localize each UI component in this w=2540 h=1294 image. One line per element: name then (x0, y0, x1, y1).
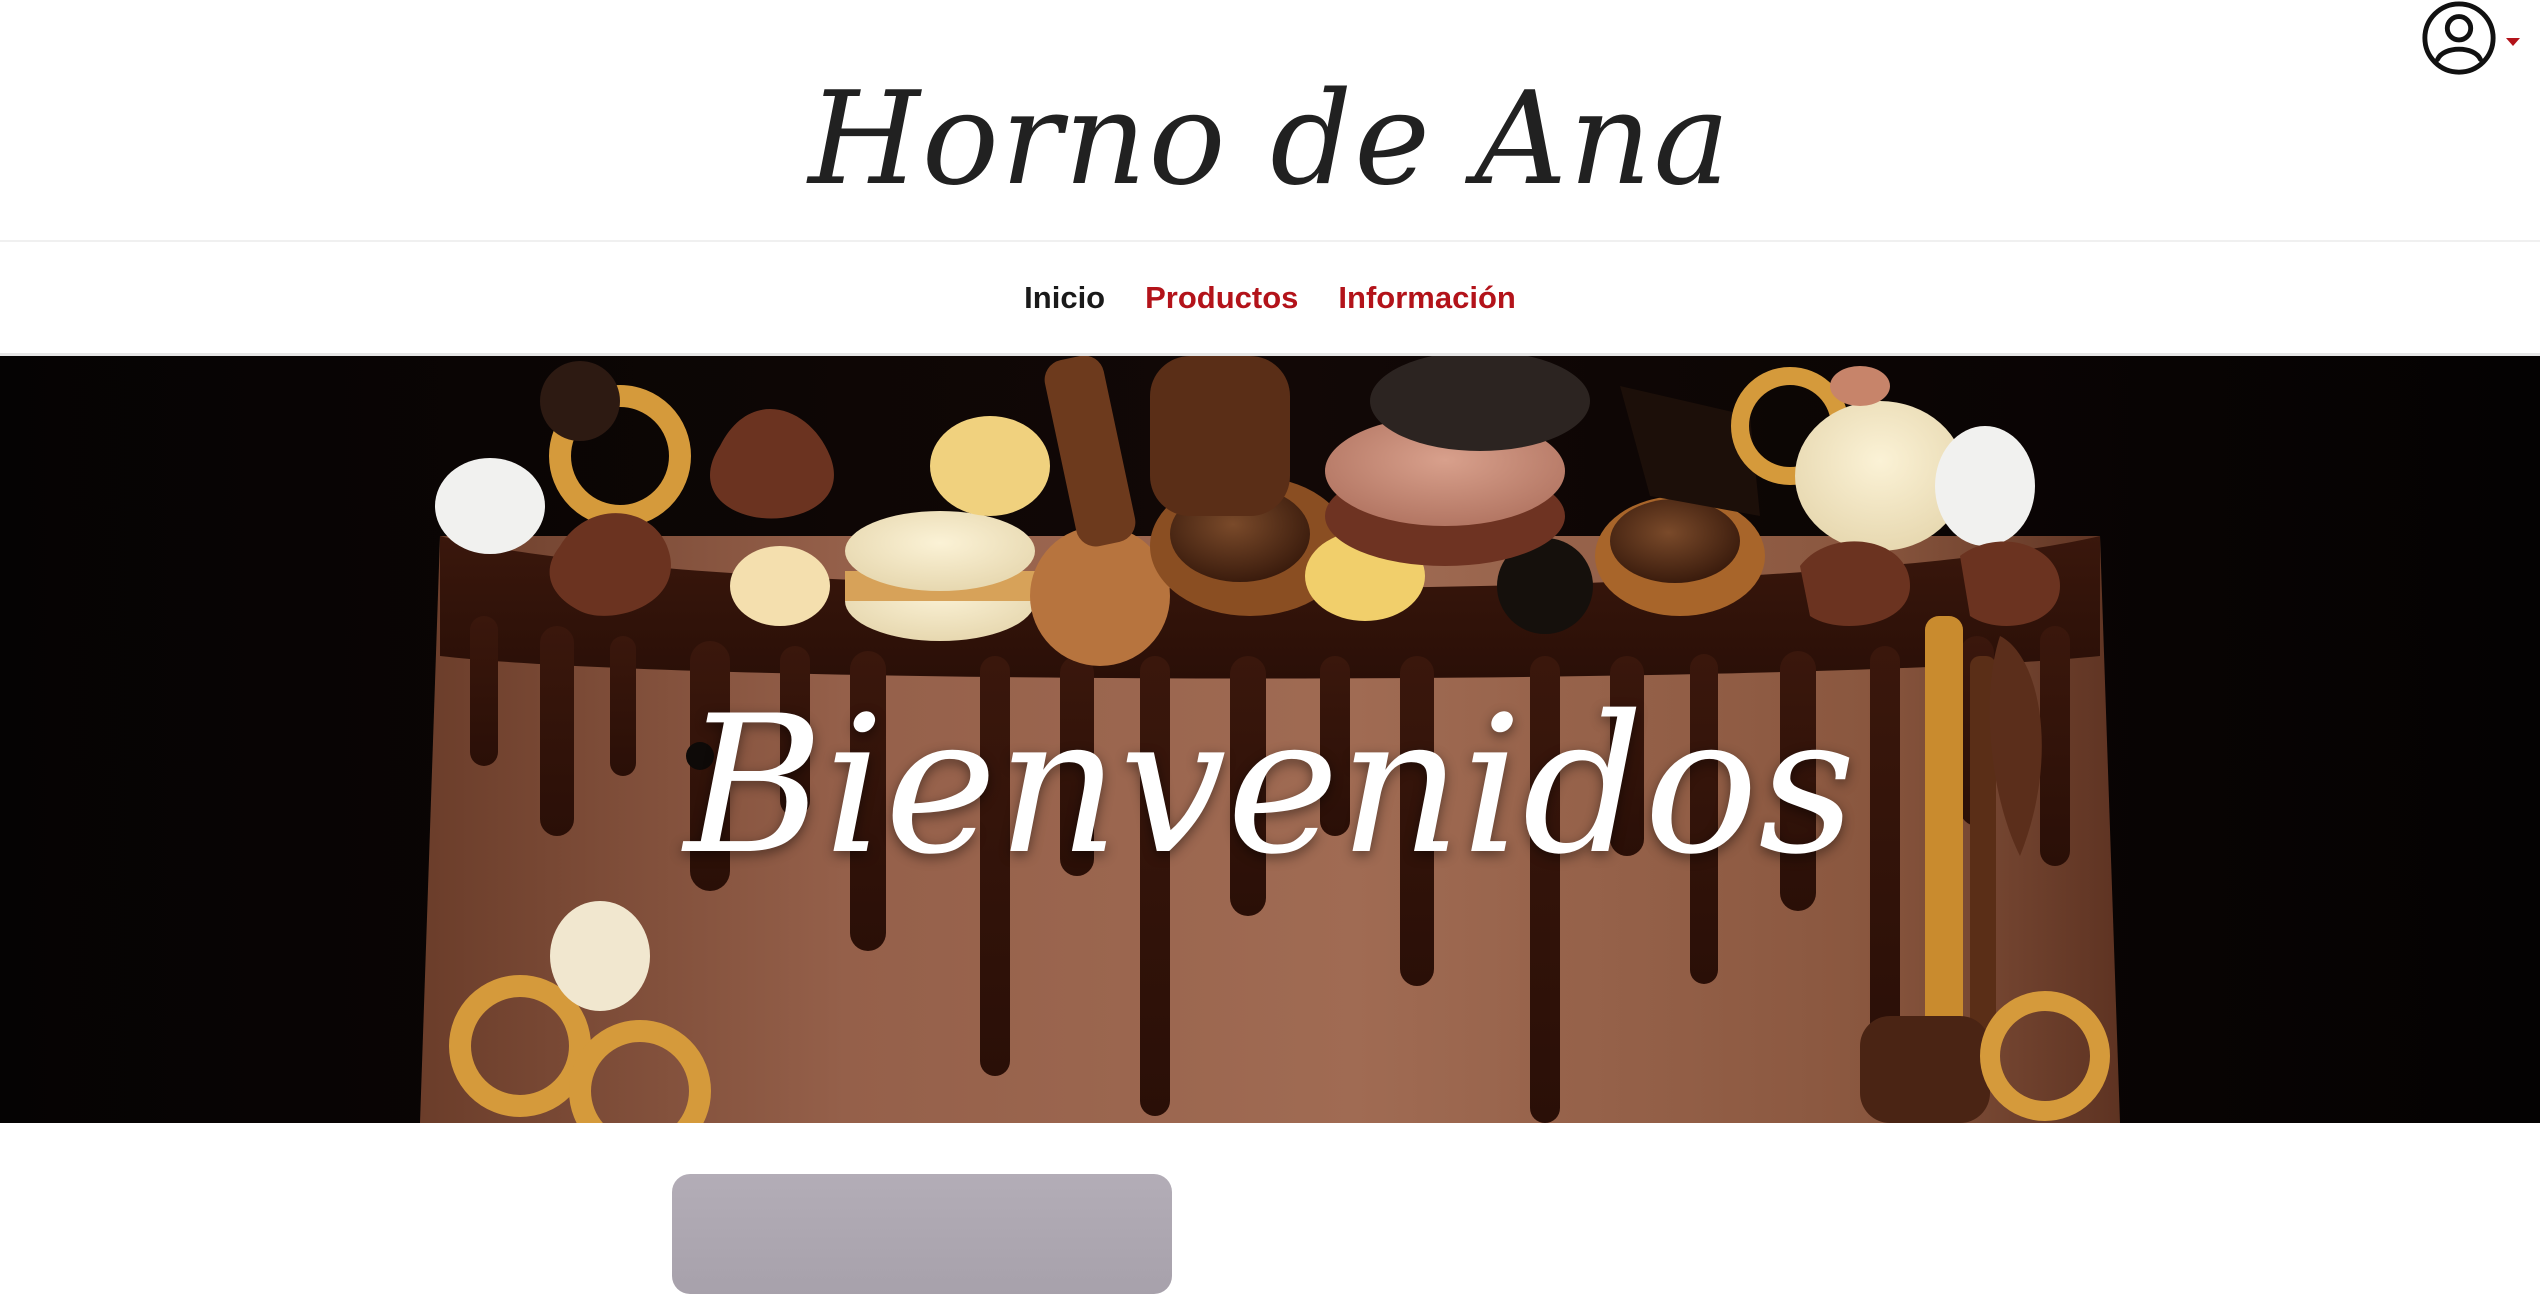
chevron-down-icon (2506, 38, 2520, 46)
hero-title: Bienvenidos (684, 675, 1856, 896)
brand-title[interactable]: Horno de Ana (0, 40, 2540, 240)
user-circle-icon (2420, 0, 2498, 82)
nav-item-informacion[interactable]: Información (1338, 280, 1515, 316)
nav-item-inicio[interactable]: Inicio (1024, 280, 1105, 316)
product-card-image[interactable] (672, 1174, 1172, 1294)
hero-banner: Bienvenidos (0, 356, 2540, 1123)
account-menu-button[interactable] (2420, 0, 2530, 80)
main-nav: Inicio Productos Información (0, 240, 2540, 356)
site-header: Horno de Ana (0, 0, 2540, 240)
nav-item-productos[interactable]: Productos (1145, 280, 1298, 316)
